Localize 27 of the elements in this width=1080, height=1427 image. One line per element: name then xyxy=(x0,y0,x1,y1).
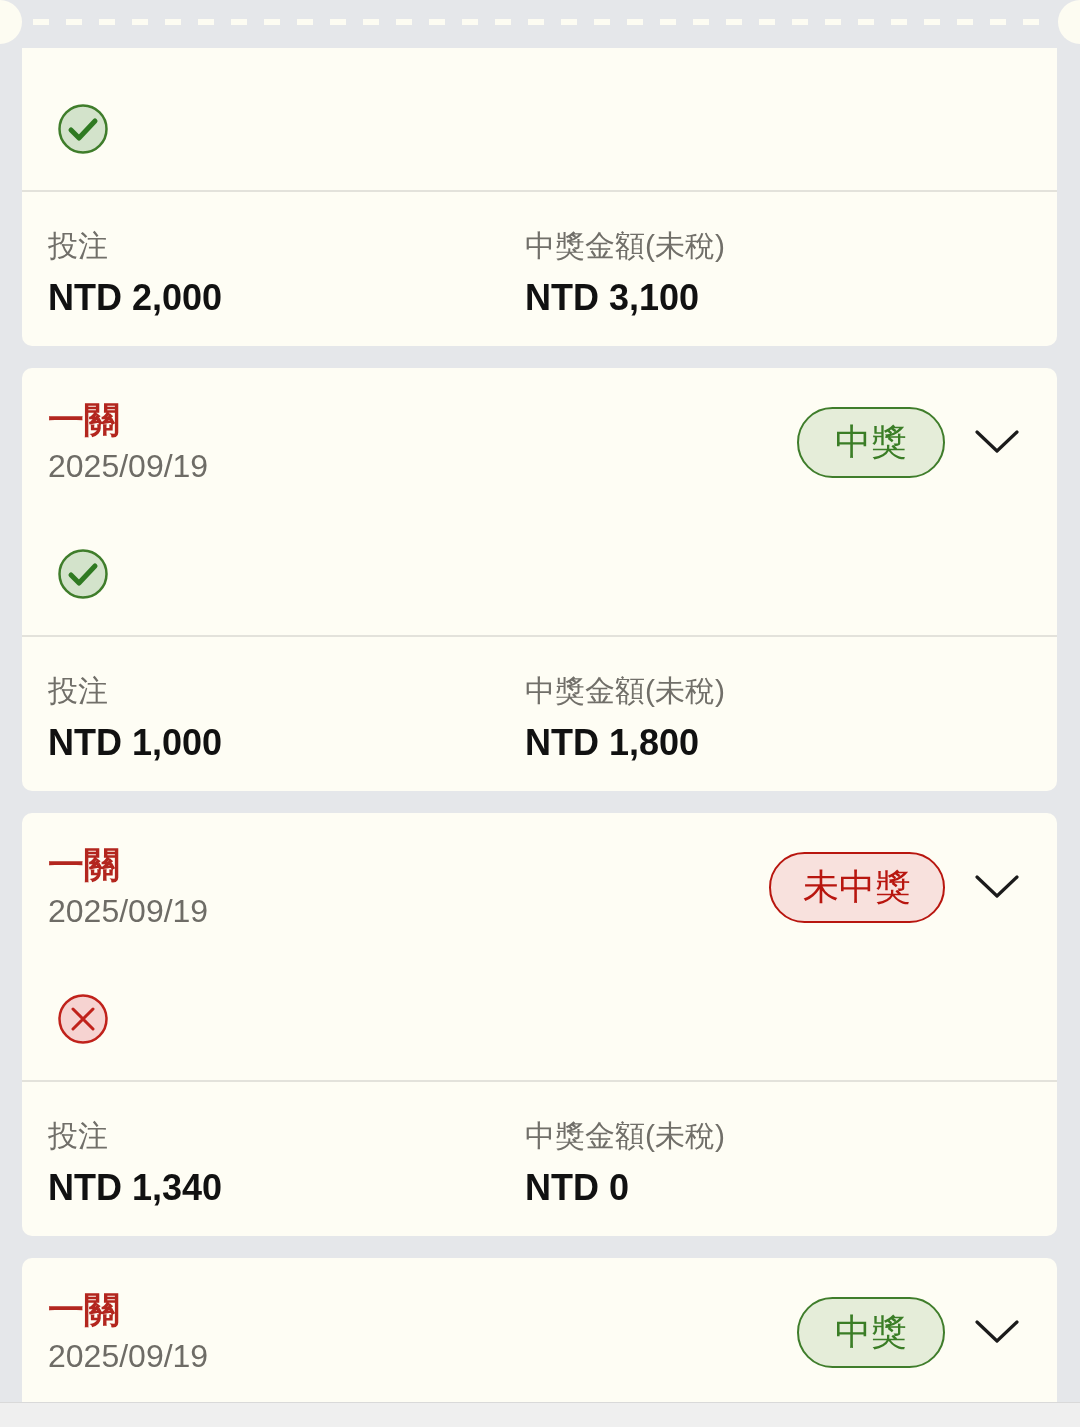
stake-label: 投注 xyxy=(48,1118,108,1154)
result-badge: 中獎 xyxy=(797,406,945,478)
cross-circle-icon xyxy=(58,994,108,1044)
check-circle-icon xyxy=(58,549,108,599)
payout-label: 中獎金額(未稅) xyxy=(525,673,725,709)
payout-amount: NTD 0 xyxy=(525,1166,629,1210)
chevron-down-icon[interactable] xyxy=(975,1320,1019,1344)
chevron-down-icon[interactable] xyxy=(975,875,1019,899)
stake-label: 投注 xyxy=(48,228,108,264)
stake-amount: NTD 1,340 xyxy=(48,1166,223,1210)
result-badge: 未中獎 xyxy=(769,851,945,923)
ticket-date: 2025/09/19 xyxy=(48,447,209,486)
check-circle-icon xyxy=(58,104,108,154)
payout-amount: NTD 3,100 xyxy=(525,276,700,320)
ticket-date: 2025/09/19 xyxy=(48,1337,209,1376)
chevron-down-icon[interactable] xyxy=(975,430,1019,454)
stake-amount: NTD 1,000 xyxy=(48,721,223,765)
payout-label: 中獎金額(未稅) xyxy=(525,228,725,264)
payout-amount: NTD 1,800 xyxy=(525,721,700,765)
ticket-title: 一關 xyxy=(48,398,120,442)
ticket-title: 一關 xyxy=(48,1288,120,1332)
ticket-title: 一關 xyxy=(48,843,120,887)
stake-label: 投注 xyxy=(48,673,108,709)
ticket-date: 2025/09/19 xyxy=(48,892,209,931)
result-badge: 中獎 xyxy=(797,1296,945,1368)
payout-label: 中獎金額(未稅) xyxy=(525,1118,725,1154)
stake-amount: NTD 2,000 xyxy=(48,276,223,320)
